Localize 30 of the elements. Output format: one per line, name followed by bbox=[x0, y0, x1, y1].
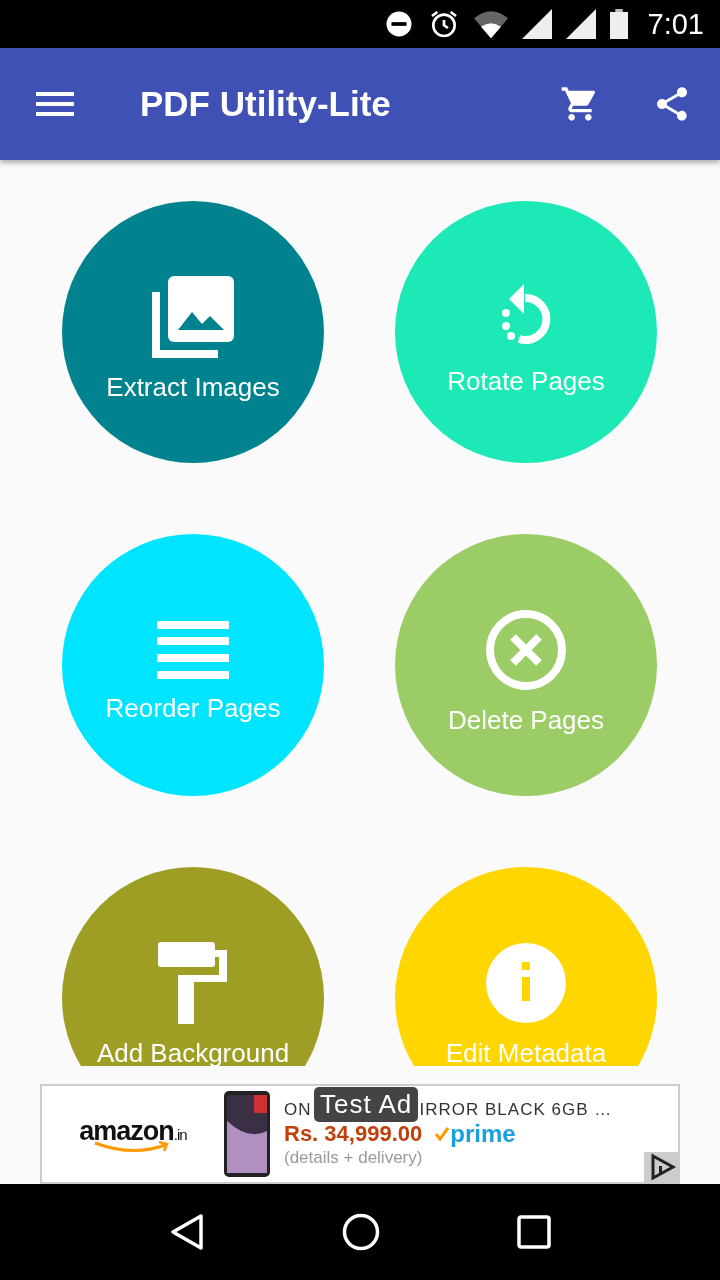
lines-icon bbox=[157, 620, 229, 679]
recents-icon[interactable] bbox=[517, 1215, 552, 1249]
back-icon[interactable] bbox=[168, 1213, 205, 1251]
images-icon bbox=[152, 275, 234, 358]
tool-button[interactable]: Rotate Pages bbox=[395, 201, 657, 463]
details-text: (details + delivery) bbox=[284, 1148, 424, 1168]
product-price: Rs. 34,999.00 bbox=[284, 1121, 423, 1147]
ad-banner[interactable]: amazon.in ON Test Ad IRROR BLACK 6GB … Rs. 34,999.00 prime (details + delivery) bbox=[40, 1084, 680, 1184]
signal-icon bbox=[521, 9, 552, 39]
paint-roller-icon bbox=[158, 941, 228, 1024]
ad-choices-icon[interactable] bbox=[644, 1152, 678, 1182]
tool-button[interactable]: Extract Images bbox=[62, 201, 324, 463]
signal-icon bbox=[565, 9, 596, 39]
menu-icon bbox=[36, 90, 74, 118]
product-title: ON bbox=[284, 1100, 312, 1120]
tool-button[interactable]: Delete Pages bbox=[395, 534, 657, 796]
info-icon bbox=[485, 941, 567, 1024]
tool-button[interactable]: Add Background bbox=[62, 867, 324, 1066]
battery-icon bbox=[609, 9, 628, 39]
prime-badge: prime bbox=[434, 1120, 516, 1148]
close-circle-icon bbox=[485, 608, 567, 691]
test-ad-label: Test Ad bbox=[314, 1087, 419, 1122]
product-title: IRROR BLACK 6GB … bbox=[419, 1100, 613, 1120]
wifi-icon bbox=[473, 9, 508, 39]
app-title: PDF Utility-Lite bbox=[140, 84, 392, 124]
tool-button[interactable]: Reorder Pages bbox=[62, 534, 324, 796]
clock-time: 7:01 bbox=[647, 7, 704, 41]
home-icon[interactable] bbox=[342, 1213, 380, 1251]
store-logo: amazon.in bbox=[66, 1115, 200, 1153]
tool-button[interactable]: Edit Metadata bbox=[395, 867, 657, 1066]
